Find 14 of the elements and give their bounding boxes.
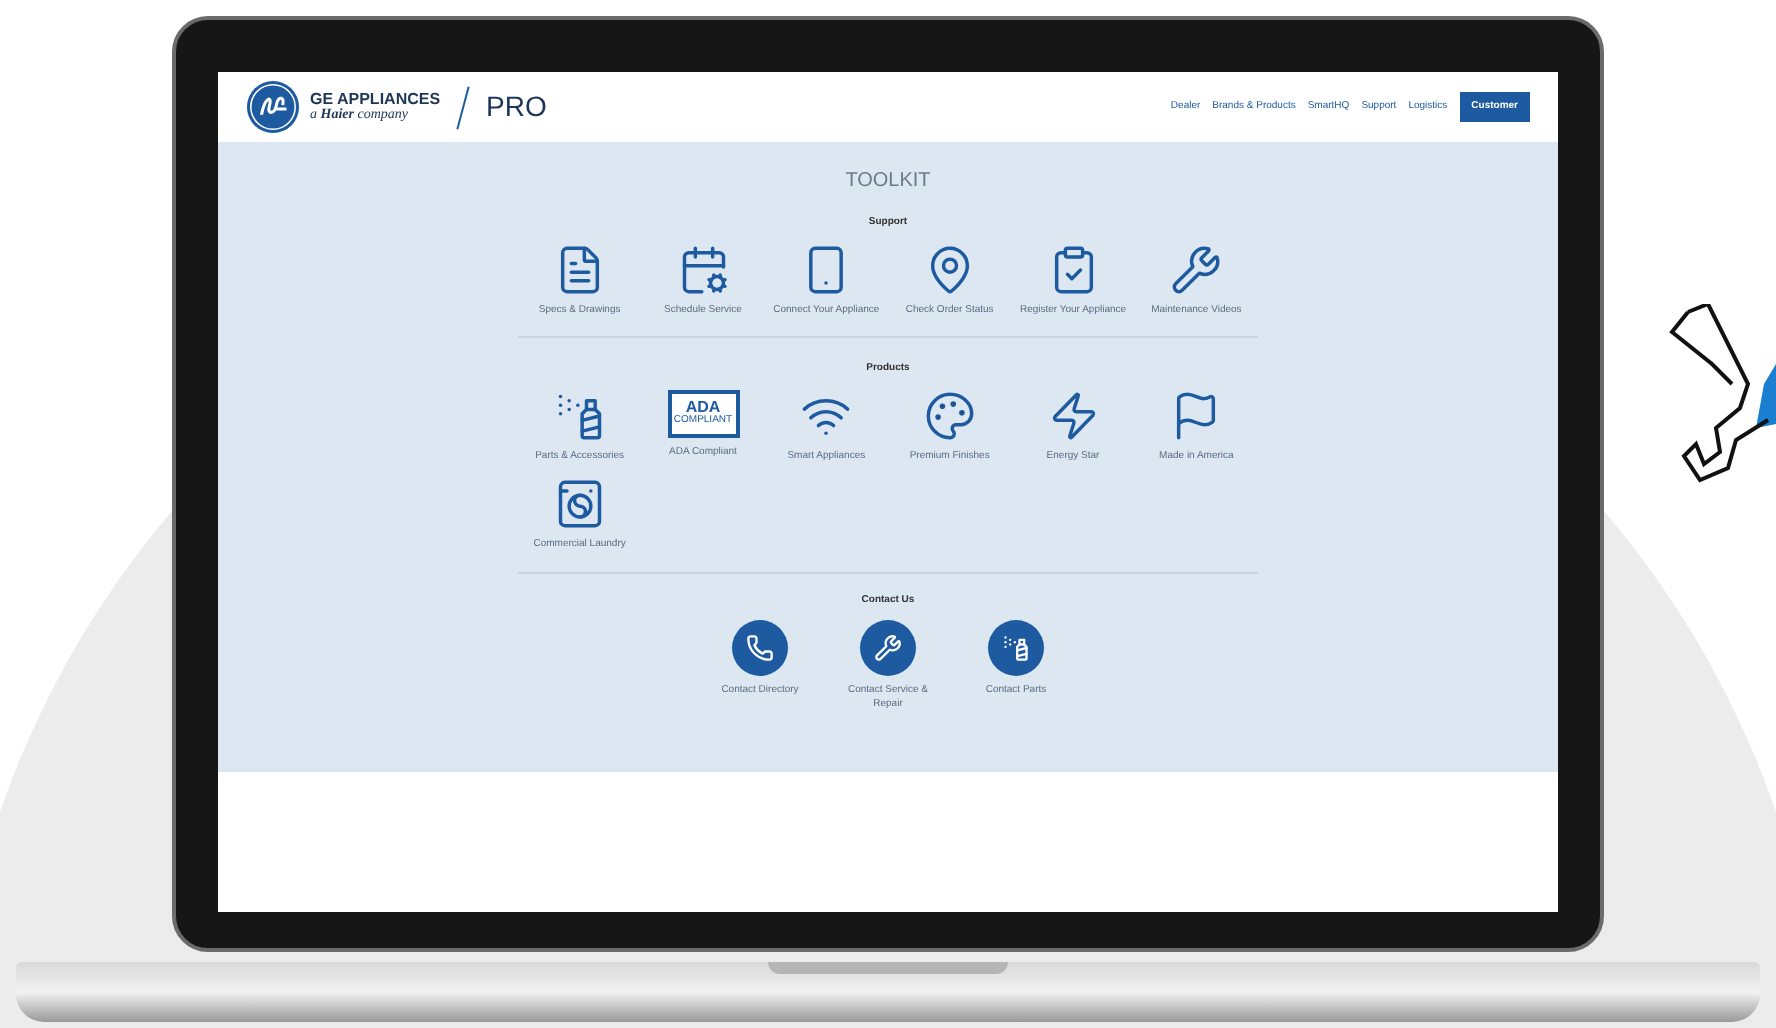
brand-name: GE APPLIANCES <box>310 92 441 108</box>
wrench-circle-button[interactable] <box>860 620 916 676</box>
phone-circle-button[interactable] <box>732 620 788 676</box>
calendar-gear-icon[interactable] <box>677 243 729 295</box>
spray-can-icon[interactable] <box>553 389 606 441</box>
product-name: PRO <box>486 88 547 126</box>
spray-can-circle-button[interactable] <box>988 620 1044 676</box>
palette-icon[interactable] <box>923 389 976 441</box>
toolkit-title: TOOLKIT <box>845 168 931 196</box>
spray-can-icon <box>1002 634 1030 662</box>
phone-icon <box>746 634 774 662</box>
lightning-icon[interactable] <box>1047 389 1099 441</box>
washing-machine-icon[interactable] <box>553 478 606 530</box>
logo-icon[interactable] <box>246 80 300 134</box>
